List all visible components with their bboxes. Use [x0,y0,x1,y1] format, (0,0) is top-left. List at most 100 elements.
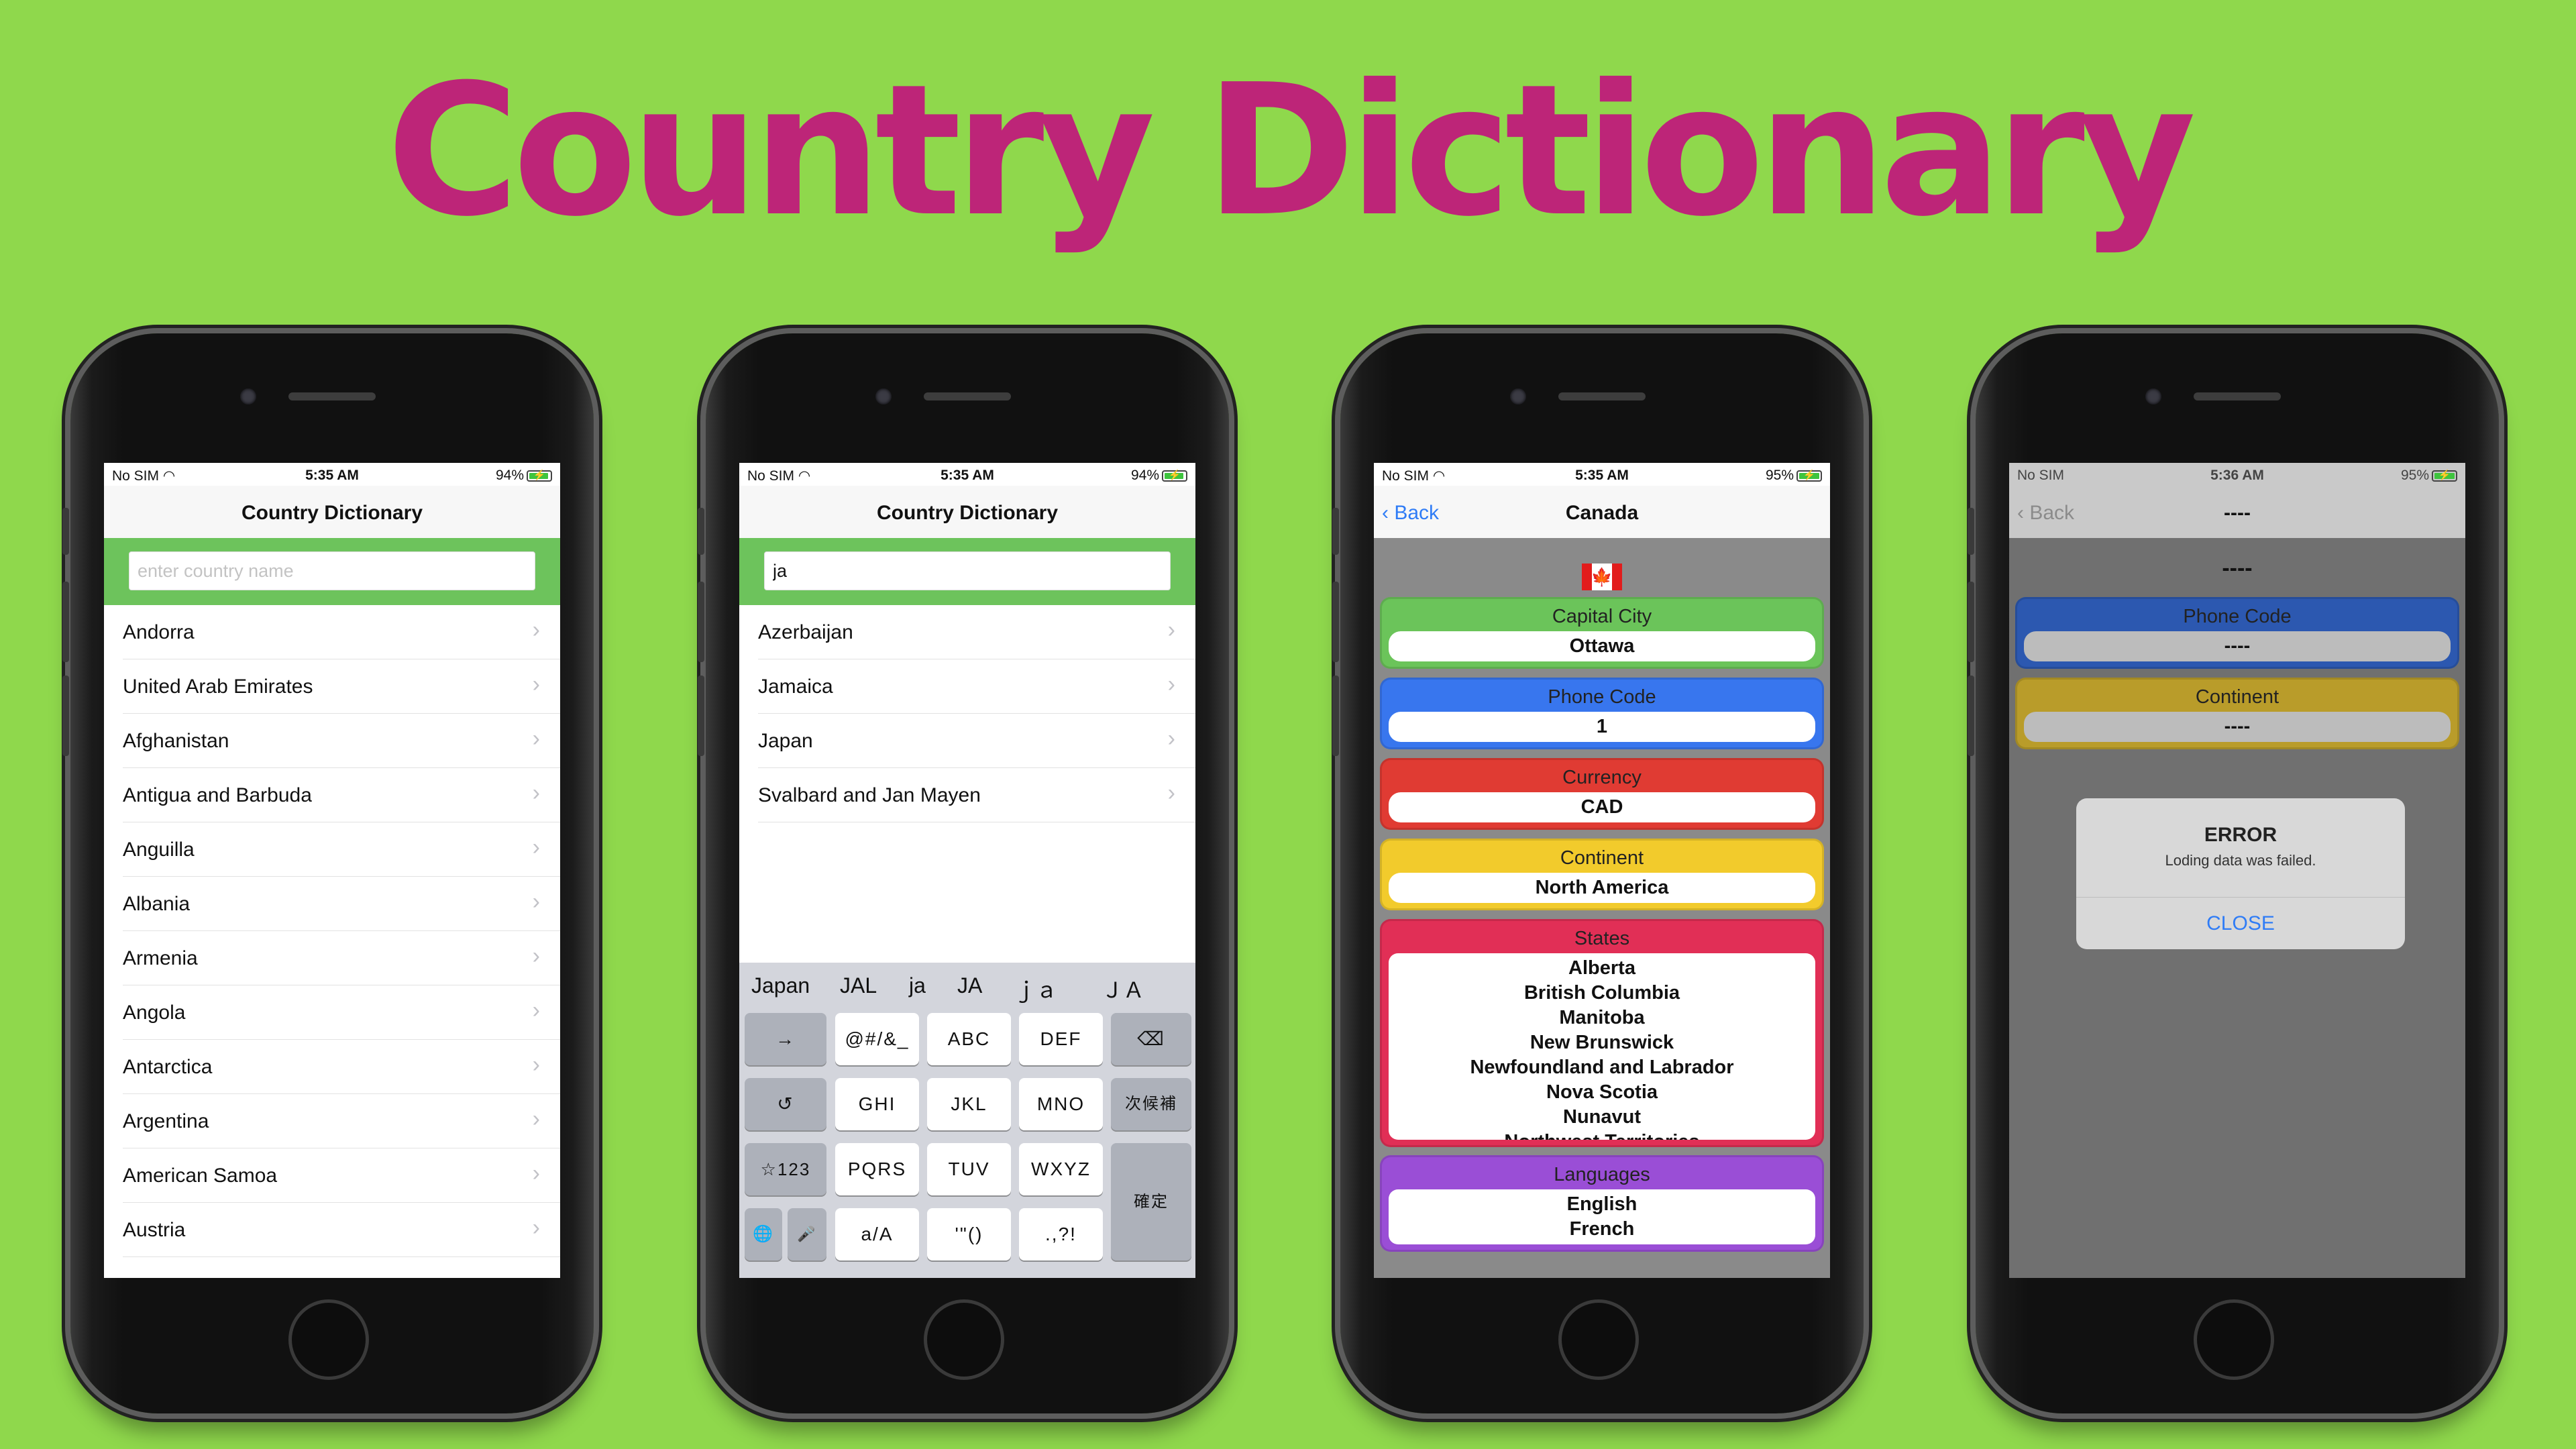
country-search-input[interactable] [764,551,1171,590]
screen: No SIM ◠ 5:35 AM 94% ⚡ Country Dictionary… [104,463,560,1278]
suggestion-item[interactable]: JA [957,973,982,998]
country-name: Andorra [123,621,195,643]
state-item: Alberta [1568,957,1635,979]
chevron-right-icon: › [532,943,540,969]
state-item: British Columbia [1523,982,1680,1004]
symbols-key[interactable]: @#/&_ [835,1013,919,1065]
globe-icon[interactable]: 🌐 [745,1208,782,1260]
jkl-key[interactable]: JKL [927,1078,1011,1130]
chevron-right-icon: › [532,617,540,643]
list-item[interactable]: Svalbard and Jan Mayen › [758,768,1195,822]
country-name: Argentina [123,1110,209,1132]
states-scroll-list[interactable]: Alberta British Columbia Manitoba New Br… [1389,953,1815,1140]
punctuation-key[interactable]: .,?! [1019,1208,1103,1260]
next-candidate-key[interactable]: 次候補 [1111,1078,1191,1130]
front-camera [1510,388,1526,405]
country-name: Anguilla [123,839,195,861]
list-item[interactable]: Azerbaijan › [758,605,1195,659]
list-item[interactable]: Jamaica › [758,659,1195,714]
card-value: 1 [1389,712,1815,742]
undo-key[interactable]: ↺ [745,1078,826,1130]
filtered-country-list: Azerbaijan › Jamaica › Japan › Svalbard and… [739,605,1195,822]
close-button[interactable]: CLOSE [2076,912,2405,935]
battery-icon: ⚡ [2432,470,2457,482]
microphone-icon[interactable]: 🎤 [788,1208,826,1260]
list-item[interactable]: Anguilla › [123,822,560,877]
confirm-key[interactable]: 確定 [1111,1143,1191,1260]
search-bar [104,538,560,605]
state-item: Nunavut [1563,1106,1641,1128]
earpiece-speaker [2194,392,2281,400]
screen: No SIM ◠ 5:35 AM 95% ⚡ ‹ Back Canada 🍁 Ca… [1374,463,1830,1278]
wxyz-key[interactable]: WXYZ [1019,1143,1103,1195]
next-arrow-key[interactable]: → [745,1013,826,1065]
list-item[interactable]: Afghanistan › [123,714,560,768]
list-item[interactable]: American Samoa › [123,1148,560,1203]
earpiece-speaker [1558,392,1646,400]
def-key[interactable]: DEF [1019,1013,1103,1065]
ghi-key[interactable]: GHI [835,1078,919,1130]
number-mode-key[interactable]: ☆123 [745,1143,826,1195]
case-toggle-key[interactable]: a/A [835,1208,919,1260]
home-button[interactable] [2194,1299,2274,1380]
card-label: Continent [2195,686,2279,708]
suggestion-item[interactable]: ｊａ [1014,973,1057,1004]
pqrs-key[interactable]: PQRS [835,1143,919,1195]
list-item[interactable]: Albania › [123,877,560,931]
list-item[interactable]: Japan › [758,714,1195,768]
alert-title: ERROR [2204,824,2277,846]
canada-flag-icon: 🍁 [1582,564,1622,590]
card-label: States [1574,928,1630,949]
country-search-input[interactable] [129,551,535,590]
country-name: Japan [758,730,813,752]
abc-key[interactable]: ABC [927,1013,1011,1065]
navigation-bar: Country Dictionary [739,486,1195,539]
quotes-key[interactable]: '"() [927,1208,1011,1260]
search-bar [739,538,1195,605]
list-item[interactable]: Antarctica › [123,1040,560,1094]
state-item: Nova Scotia [1546,1081,1658,1103]
list-item[interactable]: Andorra › [123,605,560,659]
status-time: 5:35 AM [305,468,359,483]
suggestion-item[interactable]: JAL [840,973,877,998]
volume-down-button [698,676,704,756]
state-item: Northwest Territories [1389,1130,1815,1140]
delete-key[interactable]: ⌫ [1111,1013,1191,1065]
state-item: New Brunswick [1529,1032,1674,1053]
home-button[interactable] [288,1299,369,1380]
phone-code-card: Phone Code ---- [2015,597,2459,669]
suggestion-item[interactable]: ＪＡ [1102,973,1144,1004]
country-list: Andorra › United Arab Emirates › Afghanist… [104,605,560,1257]
country-name: Angola [123,1002,186,1024]
list-item[interactable]: Armenia › [123,931,560,985]
chevron-right-icon: › [532,780,540,806]
suggestion-item[interactable]: Japan [751,973,810,998]
card-label: Currency [1562,767,1642,788]
country-name: United Arab Emirates [123,676,313,698]
capital-city-card: Capital City Ottawa [1380,597,1824,669]
chevron-right-icon: › [1167,780,1175,806]
mno-key[interactable]: MNO [1019,1078,1103,1130]
suggestion-bar: Japan JAL ja JA ｊａ ＪＡ [739,963,1195,1006]
status-bar: No SIM ◠ 5:35 AM 95% ⚡ [1374,463,1830,486]
tuv-key[interactable]: TUV [927,1143,1011,1195]
home-button[interactable] [1558,1299,1639,1380]
list-item[interactable]: Angola › [123,985,560,1040]
list-item[interactable]: Austria › [123,1203,560,1257]
list-item[interactable]: United Arab Emirates › [123,659,560,714]
card-value: ---- [2024,712,2451,742]
list-item[interactable]: Antigua and Barbuda › [123,768,560,822]
app-title-banner: Country Dictionary [386,45,2196,256]
country-name: Armenia [123,947,198,969]
chevron-right-icon: › [532,726,540,751]
battery-icon: ⚡ [527,470,552,482]
card-label: Languages [1554,1164,1650,1185]
volume-up-button [698,582,704,662]
japanese-keyboard: Japan JAL ja JA ｊａ ＪＡ → @#/&_ ABC DEF ⌫ … [739,963,1195,1278]
card-value: North America [1389,873,1815,903]
home-button[interactable] [924,1299,1004,1380]
list-item[interactable]: Argentina › [123,1094,560,1148]
suggestion-item[interactable]: ja [909,973,926,998]
country-name: Svalbard and Jan Mayen [758,784,981,806]
nav-title: ---- [2224,502,2251,524]
